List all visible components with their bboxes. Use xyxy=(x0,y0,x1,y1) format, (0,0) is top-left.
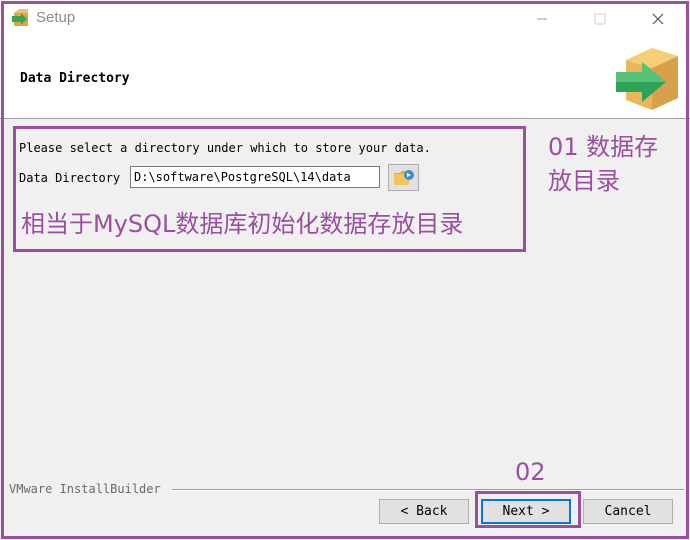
maximize-icon xyxy=(594,13,606,25)
page-title: Data Directory xyxy=(20,71,130,86)
maximize-button[interactable] xyxy=(577,0,623,38)
next-button[interactable]: Next > xyxy=(481,499,571,524)
annotation-note-01: 01 数据存 放目录 xyxy=(548,133,659,195)
instruction-text: Please select a directory under which to… xyxy=(19,141,431,155)
setup-window: Setup Data Directory Please select a dir… xyxy=(0,0,690,540)
annotation-note-02: 02 xyxy=(515,458,546,486)
data-directory-input[interactable] xyxy=(130,166,380,188)
minimize-icon xyxy=(537,18,547,20)
minimize-button[interactable] xyxy=(519,0,565,38)
title-bar: Setup xyxy=(0,0,690,38)
cancel-button[interactable]: Cancel xyxy=(583,499,673,524)
data-directory-label: Data Directory xyxy=(19,171,121,185)
back-button[interactable]: < Back xyxy=(379,499,469,524)
browse-button[interactable] xyxy=(388,164,419,191)
brand-label: VMware InstallBuilder xyxy=(9,482,161,496)
folder-browse-icon xyxy=(394,170,414,185)
close-icon xyxy=(652,13,664,25)
wizard-header: Data Directory xyxy=(0,38,690,119)
annotation-note-main: 相当于MySQL数据库初始化数据存放目录 xyxy=(21,210,464,238)
window-title: Setup xyxy=(36,9,76,26)
setup-app-icon xyxy=(11,8,31,28)
close-button[interactable] xyxy=(635,0,681,38)
installer-box-arrow-icon xyxy=(612,42,684,114)
footer-divider xyxy=(172,489,684,491)
wizard-footer: VMware InstallBuilder < Back Next > Canc… xyxy=(0,482,690,540)
